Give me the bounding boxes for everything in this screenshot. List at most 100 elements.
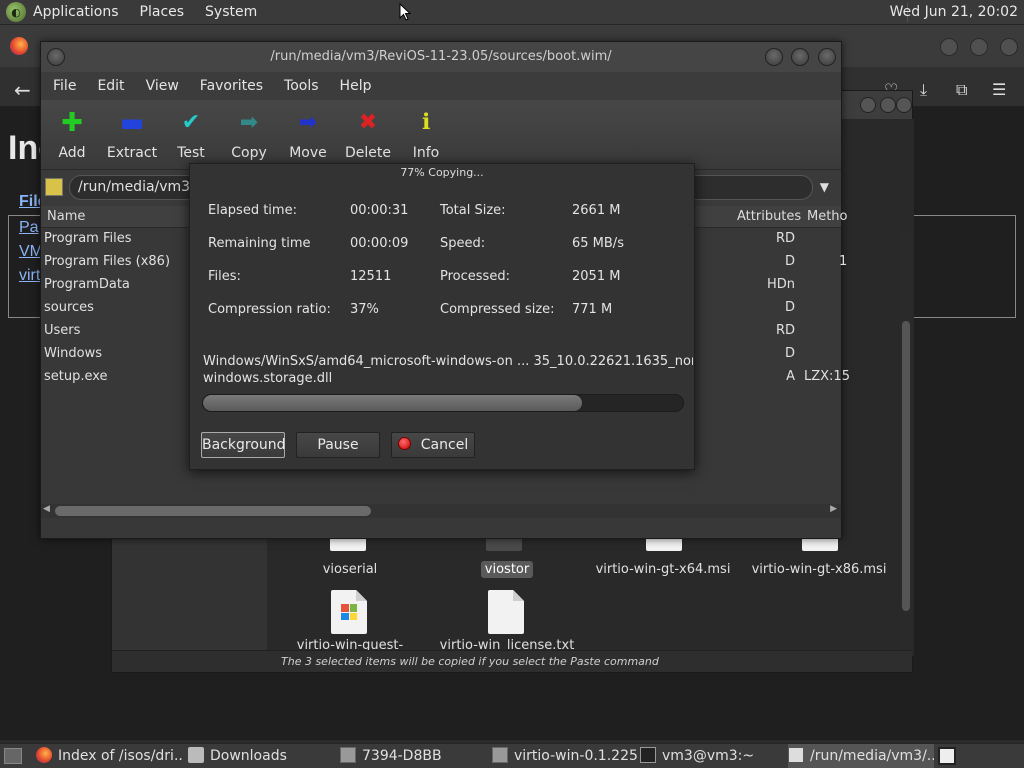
firefox-icon: [36, 747, 52, 763]
cancel-button[interactable]: Cancel: [391, 432, 475, 458]
task-firefox[interactable]: Index of /isos/dri...: [36, 744, 182, 768]
current-path: Windows/WinSxS/amd64_microsoft-windows-o…: [203, 354, 693, 369]
archive-titlebar: /run/media/vm3/ReviOS-11-23.05/sources/b…: [41, 42, 841, 72]
drive-icon: [492, 747, 508, 763]
menu-places[interactable]: Places: [140, 4, 185, 20]
minus-icon: ▬: [119, 108, 145, 138]
copy-progress-dialog: 77% Copying... Elapsed time: 00:00:31 To…: [189, 163, 695, 470]
menu-tools[interactable]: Tools: [284, 78, 319, 94]
copy-arrow-icon: ➡: [239, 110, 259, 135]
ratio-value: 37%: [350, 302, 379, 317]
link-pa[interactable]: Pa: [19, 219, 39, 237]
menu-edit[interactable]: Edit: [97, 78, 124, 94]
files-value: 12511: [350, 269, 392, 284]
link-virt[interactable]: virt: [19, 267, 40, 285]
msi-file-icon[interactable]: [331, 590, 367, 634]
bottom-taskbar: Index of /isos/dri... Downloads 7394-D8B…: [0, 743, 1024, 768]
menu-system[interactable]: System: [205, 4, 257, 20]
archive-close-icon[interactable]: [818, 48, 836, 66]
menu-help[interactable]: Help: [340, 78, 372, 94]
folder-up-icon[interactable]: [45, 178, 63, 196]
firefox-minimize-icon[interactable]: [940, 38, 958, 56]
workspace-switcher-icon[interactable]: [938, 747, 956, 765]
pause-button[interactable]: Pause: [296, 432, 380, 458]
delete-x-icon: ✖: [358, 110, 378, 135]
scroll-left-icon[interactable]: ◀: [43, 504, 50, 514]
column-attributes[interactable]: Attributes: [737, 209, 801, 224]
remaining-label: Remaining time: [208, 236, 311, 251]
archive-maximize-icon[interactable]: [791, 48, 809, 66]
text-file-icon[interactable]: [488, 590, 524, 634]
task-downloads[interactable]: Downloads: [188, 744, 334, 768]
folder-icon: [188, 747, 204, 763]
total-size-value: 2661 M: [572, 203, 621, 218]
mouse-cursor-icon: [399, 2, 412, 25]
fm-minimize-icon[interactable]: [860, 97, 876, 113]
menu-file[interactable]: File: [53, 78, 76, 94]
menu-applications[interactable]: Applications: [33, 4, 119, 20]
distro-logo-icon[interactable]: ◐: [6, 2, 26, 22]
firefox-maximize-icon[interactable]: [970, 38, 988, 56]
dialog-title: 77% Copying...: [400, 166, 484, 179]
show-desktop-icon[interactable]: [4, 748, 22, 764]
file-item-virtio-win-gt-x64[interactable]: virtio-win-gt-x64.msi: [578, 562, 748, 577]
move-button[interactable]: ➡ Move: [278, 108, 338, 161]
extensions-icon[interactable]: ⧉: [956, 80, 967, 100]
archive-toolbar: ✚ Add ▬ Extract ✔ Test ➡ Copy ➡ Move ✖ D…: [41, 100, 841, 170]
speed-label: Speed:: [440, 236, 486, 251]
archive-minimize-icon[interactable]: [765, 48, 783, 66]
fm-vertical-scrollbar[interactable]: [900, 231, 912, 651]
path-dropdown-icon[interactable]: ▼: [820, 180, 829, 194]
task-archive-manager[interactable]: /run/media/vm3/...: [788, 744, 934, 768]
file-item-virtio-win-gt-x86[interactable]: virtio-win-gt-x86.msi: [734, 562, 904, 577]
task-virtio-win[interactable]: virtio-win-0.1.225: [492, 744, 638, 768]
window-menu-icon[interactable]: [47, 48, 65, 66]
menu-favorites[interactable]: Favorites: [200, 78, 263, 94]
scroll-right-icon[interactable]: ▶: [830, 504, 837, 514]
column-name[interactable]: Name: [47, 209, 85, 224]
progress-bar-fill: [203, 395, 583, 411]
copy-button[interactable]: ➡ Copy: [219, 108, 279, 161]
test-button[interactable]: ✔ Test: [161, 108, 221, 161]
compressed-size-label: Compressed size:: [440, 302, 555, 317]
ratio-label: Compression ratio:: [208, 302, 331, 317]
move-arrow-icon: ➡: [298, 110, 318, 135]
hamburger-menu-icon[interactable]: ☰: [992, 80, 1006, 99]
extract-button[interactable]: ▬ Extract: [102, 108, 162, 161]
background-button[interactable]: Background: [201, 432, 286, 458]
firefox-close-icon[interactable]: [1000, 38, 1018, 56]
drive-icon: [340, 747, 356, 763]
processed-label: Processed:: [440, 269, 510, 284]
check-icon: ✔: [181, 110, 201, 135]
back-arrow-icon[interactable]: ←: [14, 78, 31, 102]
terminal-icon: [640, 747, 656, 763]
progress-bar: [202, 394, 684, 412]
processed-value: 2051 M: [572, 269, 621, 284]
column-method[interactable]: Metho: [807, 209, 848, 224]
compressed-size-value: 771 M: [572, 302, 613, 317]
firefox-logo-icon: [10, 37, 28, 55]
delete-button[interactable]: ✖ Delete: [338, 108, 398, 161]
info-button[interactable]: ℹ Info: [396, 108, 456, 161]
archive-horizontal-scrollbar[interactable]: ◀ ▶: [41, 504, 841, 518]
speed-value: 65 MB/s: [572, 236, 624, 251]
files-label: Files:: [208, 269, 241, 284]
add-button[interactable]: ✚ Add: [42, 108, 102, 161]
scrollbar-thumb[interactable]: [55, 506, 371, 516]
task-7394-d8bb[interactable]: 7394-D8BB: [340, 744, 486, 768]
file-item-vioserial[interactable]: vioserial: [265, 562, 435, 577]
fm-maximize-icon[interactable]: [880, 97, 896, 113]
elapsed-value: 00:00:31: [350, 203, 409, 218]
remaining-value: 00:00:09: [350, 236, 409, 251]
fm-close-icon[interactable]: [896, 97, 912, 113]
download-icon[interactable]: ⤓: [920, 80, 927, 100]
total-size-label: Total Size:: [440, 203, 506, 218]
top-panel: ◐ Applications Places System Wed Jun 21,…: [0, 0, 1024, 25]
panel-clock[interactable]: Wed Jun 21, 20:02: [890, 4, 1018, 20]
archive-app-icon: [788, 747, 804, 763]
file-item-viostor[interactable]: viostor: [422, 561, 592, 578]
fm-status-bar: The 3 selected items will be copied if y…: [112, 650, 912, 672]
current-file: windows.storage.dll: [203, 371, 333, 386]
task-terminal[interactable]: vm3@vm3:~: [640, 744, 786, 768]
menu-view[interactable]: View: [146, 78, 179, 94]
